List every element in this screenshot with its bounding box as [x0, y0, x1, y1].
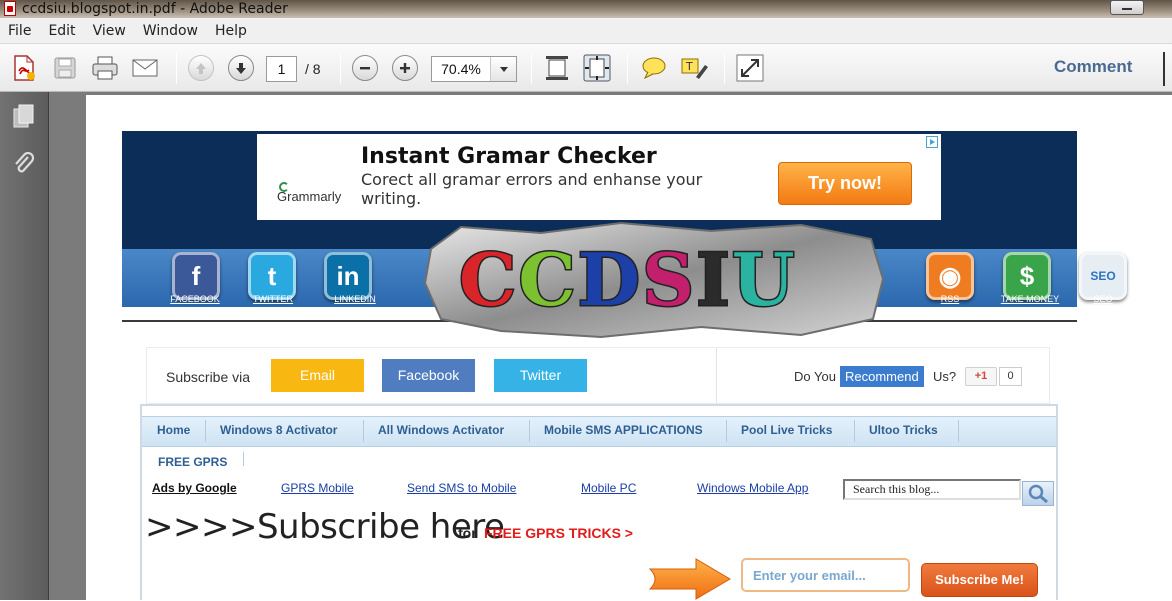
svg-text:CCDSIU: CCDSIU [459, 237, 797, 322]
fit-width-button[interactable] [542, 53, 572, 83]
nav-home[interactable]: Home [157, 423, 190, 437]
search-button[interactable] [1022, 481, 1054, 506]
google-plus-one-button[interactable]: +1 [965, 367, 997, 386]
window-title: ccdsiu.blogspot.in.pdf - Adobe Reader [22, 1, 288, 17]
email-button[interactable] [130, 53, 160, 83]
blog-search-input[interactable]: Search this blog... [843, 479, 1021, 500]
pdf-file-icon [4, 1, 16, 16]
previous-page-button[interactable] [186, 53, 216, 83]
expand-icon [736, 54, 764, 82]
menu-bar: File Edit View Window Help [0, 18, 1172, 44]
envelope-icon [132, 59, 158, 77]
ad-link-mobile-pc[interactable]: Mobile PC [581, 481, 636, 495]
page-number-input[interactable]: 1 [266, 56, 297, 82]
ad-headline: Instant Gramar Checker [361, 144, 657, 169]
create-pdf-button[interactable] [9, 53, 39, 83]
nav-all-windows-activator[interactable]: All Windows Activator [378, 423, 504, 437]
next-page-button[interactable] [226, 53, 256, 83]
ad-brand: Grammarly [277, 189, 342, 204]
full-screen-button[interactable] [735, 53, 765, 83]
fit-page-button[interactable] [582, 53, 612, 83]
social-label-rss[interactable]: RSS [915, 294, 985, 304]
zoom-out-button[interactable] [350, 53, 380, 83]
social-label-facebook[interactable]: FACEBOOK [160, 294, 230, 304]
comment-panel-button[interactable]: Comment [1054, 57, 1132, 77]
ad-link-send-sms[interactable]: Send SMS to Mobile [407, 481, 516, 495]
for-label: for [458, 525, 477, 541]
grammarly-ad[interactable]: Grammarly Instant Gramar Checker Corect … [257, 134, 941, 220]
minimize-button[interactable] [1110, 0, 1144, 15]
plus-icon [392, 55, 418, 81]
menu-edit[interactable]: Edit [48, 23, 75, 39]
social-label-seo[interactable]: SEO [1068, 294, 1138, 304]
page-thumbnails-icon[interactable] [12, 104, 36, 130]
nav-ultoo-tricks[interactable]: Ultoo Tricks [869, 423, 938, 437]
zoom-in-button[interactable] [390, 53, 420, 83]
print-button[interactable] [90, 53, 120, 83]
zoom-value: 70.4% [441, 61, 481, 77]
page-total: / 8 [305, 61, 321, 77]
recommend-button[interactable]: Recommend [840, 366, 924, 387]
ad-body: Corect all gramar errors and enhanse you… [361, 170, 703, 208]
create-pdf-icon [14, 55, 35, 81]
money-icon[interactable]: $ [1003, 252, 1051, 300]
arrow-up-icon [188, 55, 214, 81]
fit-width-icon [546, 56, 568, 80]
fit-page-icon [583, 54, 611, 82]
zoom-select[interactable]: 70.4% [431, 56, 517, 82]
save-button[interactable] [50, 53, 80, 83]
menu-help[interactable]: Help [215, 23, 247, 39]
plus-one-count: 0 [999, 367, 1022, 386]
facebook-icon[interactable]: f [172, 252, 220, 300]
search-icon [1028, 484, 1048, 504]
attachments-icon[interactable] [12, 151, 36, 178]
svg-text:T: T [685, 60, 693, 73]
social-label-twitter[interactable]: TWITTER [238, 294, 308, 304]
subscribe-bar: Subscribe via Email Facebook Twitter Do … [146, 347, 1050, 404]
subscribe-twitter-button[interactable]: Twitter [494, 359, 587, 392]
minus-icon [352, 55, 378, 81]
save-icon [54, 57, 76, 79]
free-gprs-tricks-link[interactable]: FREE GPRS TRICKS > [484, 525, 633, 541]
arrow-down-icon [228, 55, 254, 81]
menu-window[interactable]: Window [143, 23, 198, 39]
ccdsiu-logo[interactable]: CCDSIU [421, 219, 888, 339]
twitter-icon[interactable]: t [248, 252, 296, 300]
ad-link-windows-mobile-app[interactable]: Windows Mobile App [697, 481, 808, 495]
toolbar-scrollbar[interactable] [1156, 50, 1172, 88]
subscribe-email-button[interactable]: Email [271, 359, 364, 392]
title-bar: ccdsiu.blogspot.in.pdf - Adobe Reader [0, 0, 1172, 18]
subscribe-facebook-button[interactable]: Facebook [382, 359, 475, 392]
subscribe-me-button[interactable]: Subscribe Me! [921, 563, 1038, 597]
menu-view[interactable]: View [93, 23, 126, 39]
highlighter-icon: T [681, 58, 708, 79]
toolbar: 1 / 8 70.4% T Comment [0, 44, 1172, 92]
rss-icon[interactable]: ◉ [926, 252, 974, 300]
nav-mobile-sms-applications[interactable]: Mobile SMS APPLICATIONS [544, 423, 703, 437]
menu-file[interactable]: File [8, 23, 31, 39]
sticky-note-button[interactable] [639, 53, 669, 83]
social-label-money[interactable]: TAKE MONEY [995, 294, 1065, 304]
ads-by-google-link[interactable]: Ads by Google [152, 481, 237, 495]
highlight-text-button[interactable]: T [679, 53, 709, 83]
navigation-pane [0, 92, 49, 600]
us-label: Us? [933, 369, 957, 384]
seo-icon[interactable]: SEO [1079, 252, 1127, 300]
social-label-linkedin[interactable]: LINKEDIN [320, 294, 390, 304]
try-now-button[interactable]: Try now! [778, 162, 912, 205]
nav-free-gprs[interactable]: FREE GPRS [158, 455, 227, 469]
chevron-down-icon[interactable] [490, 57, 516, 81]
ad-choices-icon[interactable] [926, 136, 938, 148]
nav-windows-8-activator[interactable]: Windows 8 Activator [220, 423, 337, 437]
print-icon [92, 56, 118, 80]
subscribe-headline: >>>>Subscribe here [145, 507, 505, 547]
do-you-label: Do You [794, 369, 836, 384]
ad-link-gprs-mobile[interactable]: GPRS Mobile [281, 481, 354, 495]
subscribe-email-input[interactable] [741, 558, 910, 592]
speech-bubble-icon [642, 57, 666, 80]
subscribe-via-label: Subscribe via [166, 369, 251, 385]
linkedin-icon[interactable]: in [324, 252, 372, 300]
orange-arrow-icon [648, 558, 731, 600]
nav-pool-live-tricks[interactable]: Pool Live Tricks [741, 423, 832, 437]
